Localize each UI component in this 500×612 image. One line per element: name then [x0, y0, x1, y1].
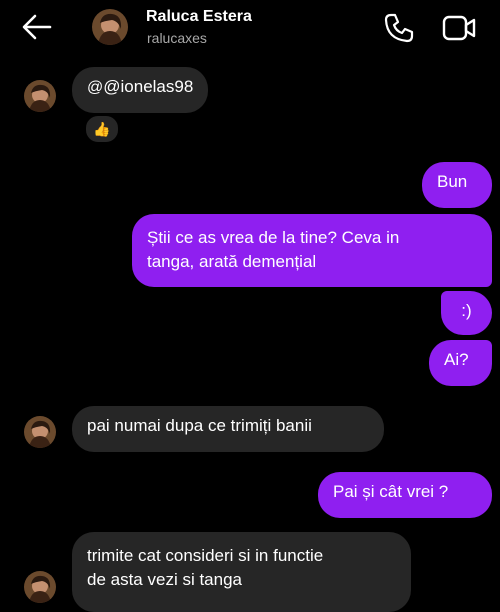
- chat-header: Raluca Estera ralucaxes: [0, 0, 500, 60]
- message-bubble-outgoing[interactable]: Știi ce as vrea de la tine? Ceva in tang…: [132, 214, 492, 287]
- contact-name[interactable]: Raluca Estera: [146, 8, 252, 26]
- sender-avatar[interactable]: [24, 571, 56, 603]
- reaction-thumbs-up[interactable]: 👍: [84, 114, 120, 144]
- message-bubble-outgoing[interactable]: Pai și cât vrei ?: [318, 472, 492, 518]
- message-text-line: trimite cat consideri si in functie: [87, 546, 324, 565]
- message-bubble-incoming[interactable]: pai numai dupa ce trimiți banii: [72, 406, 384, 452]
- message-text-line: tanga, arată demențial: [147, 252, 317, 271]
- sender-avatar[interactable]: [24, 416, 56, 448]
- threads-icon: @: [87, 79, 104, 96]
- phone-icon[interactable]: [383, 12, 415, 44]
- message-text: pai numai dupa ce trimiți banii: [87, 416, 312, 435]
- message-text: :): [461, 301, 472, 320]
- message-bubble-incoming[interactable]: @@ionelas98: [72, 67, 209, 113]
- back-arrow-icon[interactable]: [20, 12, 54, 42]
- video-camera-icon[interactable]: [441, 12, 477, 44]
- message-text: Pai și cât vrei ?: [333, 482, 449, 501]
- message-bubble-outgoing[interactable]: :): [441, 291, 492, 335]
- message-text-line: de asta vezi si tanga: [87, 570, 242, 589]
- message-text: Ai?: [444, 350, 469, 369]
- message-text-line: Știi ce as vrea de la tine? Ceva in: [147, 228, 400, 247]
- contact-username[interactable]: ralucaxes: [147, 30, 207, 46]
- message-bubble-outgoing[interactable]: Ai?: [429, 340, 492, 386]
- contact-avatar[interactable]: [92, 9, 128, 45]
- message-bubble-incoming[interactable]: trimite cat consideri si in functie de a…: [72, 532, 411, 612]
- sender-avatar[interactable]: [24, 80, 56, 112]
- message-text: Bun: [437, 172, 468, 191]
- message-bubble-outgoing[interactable]: Bun: [422, 162, 492, 208]
- message-text: @ionelas98: [103, 77, 194, 96]
